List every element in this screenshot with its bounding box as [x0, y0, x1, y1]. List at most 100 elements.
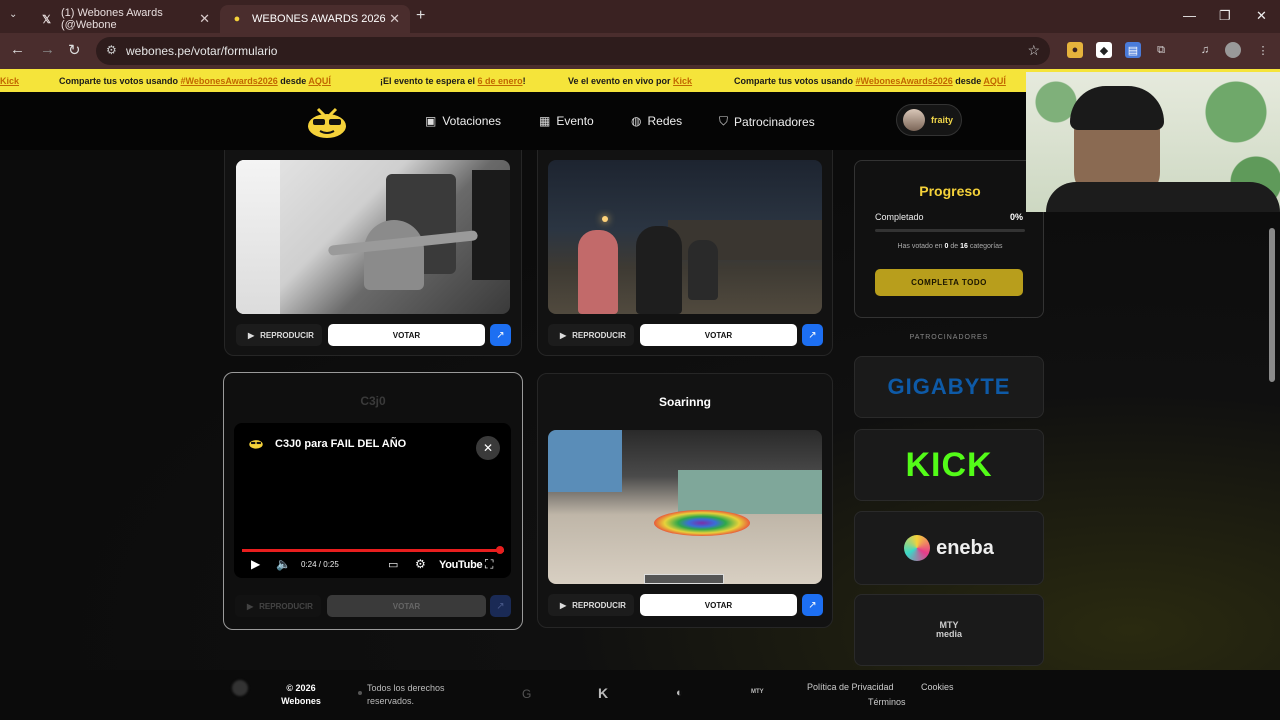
close-window-icon[interactable]: ✕ [1256, 8, 1267, 24]
video-scrubber[interactable] [496, 546, 504, 554]
forward-icon[interactable]: → [40, 41, 55, 58]
progress-label: Completado [875, 212, 924, 222]
progress-bar [875, 229, 1025, 232]
webones-logo[interactable] [306, 105, 348, 139]
reproducir-button[interactable]: ▶ REPRODUCIR [548, 324, 634, 346]
reproducir-button-disabled: ▶ REPRODUCIR [235, 595, 321, 617]
footer-sponsor-gigabyte-icon[interactable]: G [522, 687, 531, 701]
tab-label: WEBONES AWARDS 2026 [252, 13, 386, 25]
votar-button[interactable]: VOTAR [640, 324, 797, 346]
tab-webones-x[interactable]: 𝕏 (1) Webones Awards (@Webone ✕ [30, 5, 220, 33]
site-info-icon[interactable]: ⚙ [106, 43, 117, 57]
external-link-icon[interactable]: ↗ [802, 324, 823, 346]
extension-icon[interactable]: ◆ [1096, 42, 1112, 58]
close-modal-button[interactable]: ✕ [476, 436, 500, 460]
sponsor-mty-media[interactable]: MTY media [854, 594, 1044, 666]
browser-tab-bar: ⌄ 𝕏 (1) Webones Awards (@Webone ✕ ● WEBO… [0, 0, 1280, 33]
nav-patrocinadores[interactable]: ⛉ Patrocinadores [719, 114, 815, 129]
votar-button[interactable]: VOTAR [640, 594, 797, 616]
maximize-icon[interactable]: ❐ [1219, 8, 1231, 24]
reproducir-button[interactable]: ▶ REPRODUCIR [236, 324, 322, 346]
x-logo-icon: 𝕏 [42, 13, 51, 26]
minimize-icon[interactable]: — [1183, 8, 1196, 23]
sponsors-heading: PATROCINADORES [909, 334, 989, 341]
footer-copyright: © 2026 Webones [281, 683, 321, 706]
complete-all-button[interactable]: COMPLETA TODO [875, 269, 1023, 296]
sponsor-kick[interactable]: KICK [854, 429, 1044, 501]
menu-kebab-icon[interactable]: ⋮ [1255, 42, 1271, 58]
sponsor-gigabyte[interactable]: GIGABYTE [854, 356, 1044, 418]
play-icon: ▶ [247, 601, 254, 611]
votar-button[interactable]: VOTAR [328, 324, 485, 346]
sponsor-eneba[interactable]: eneba [854, 511, 1044, 585]
progress-title: Progreso [919, 183, 981, 199]
nav-redes[interactable]: ◍ Redes [631, 114, 682, 128]
ticker-item[interactable]: Comparte tus votos usando #WebonesAwards… [59, 76, 331, 86]
video-time: 0:24 / 0:25 [301, 560, 339, 569]
streamer-cam-overlay [548, 430, 622, 492]
video-title: C3J0 para FAIL DEL AÑO [275, 438, 407, 450]
webcam-overlay [1026, 72, 1280, 212]
footer-sponsor-eneba-icon[interactable]: ◐ [676, 687, 683, 699]
shield-icon: ⛉ [719, 114, 729, 128]
nav-votaciones[interactable]: ▣ Votaciones [425, 114, 501, 128]
reload-icon[interactable]: ↻ [68, 41, 81, 59]
back-icon[interactable]: ← [10, 41, 25, 58]
webones-logo-icon [249, 440, 263, 449]
progress-panel: Progreso Completado 0% Has votado en 0 d… [854, 160, 1044, 318]
close-tab-icon[interactable]: ✕ [199, 11, 210, 27]
bookmark-star-icon[interactable]: ☆ [1027, 42, 1040, 59]
youtube-logo[interactable]: YouTube [439, 559, 483, 571]
profile-avatar[interactable] [1225, 42, 1241, 58]
footer-link-privacy[interactable]: Política de Privacidad [807, 682, 894, 692]
play-icon[interactable]: ▶ [251, 557, 260, 571]
footer-rights: Todos los derechos reservados. [367, 683, 445, 706]
eneba-logo-icon [904, 535, 931, 561]
extension-icon[interactable]: ● [1067, 42, 1083, 58]
footer-sponsor-kick-icon[interactable]: K [598, 685, 608, 701]
video-progress-track[interactable] [242, 546, 504, 554]
nominee-name: Soarinng [658, 395, 711, 409]
tab-webones-awards[interactable]: ● WEBONES AWARDS 2026 ✕ [220, 5, 410, 33]
volume-icon[interactable]: 🔈 [276, 557, 291, 571]
tab-search-icon[interactable]: ⌄ [9, 9, 17, 20]
nominee-thumbnail[interactable] [548, 430, 822, 584]
media-control-icon[interactable]: ♫ [1197, 42, 1213, 58]
nominee-thumbnail[interactable] [548, 160, 822, 314]
url-text: webones.pe/votar/formulario [126, 44, 278, 58]
external-link-icon[interactable]: ↗ [802, 594, 823, 616]
user-menu[interactable]: fraity [896, 104, 962, 136]
site-footer: © 2026 Webones Todos los derechos reserva… [0, 670, 1280, 720]
browser-toolbar: ← → ↻ ⚙ webones.pe/votar/formulario ☆ ● … [0, 33, 1280, 69]
page-scrollbar[interactable] [1269, 228, 1275, 382]
avatar [903, 109, 925, 131]
votar-button-disabled: VOTAR [327, 595, 486, 617]
docs-icon[interactable]: ▤ [1125, 42, 1141, 58]
globe-icon: ◍ [631, 114, 642, 128]
external-link-icon[interactable]: ↗ [490, 324, 511, 346]
tab-label: (1) Webones Awards (@Webone [61, 7, 163, 31]
footer-logo [232, 680, 248, 696]
ticker-item[interactable]: Kick [0, 76, 19, 86]
ticker-item[interactable]: ¡El evento te espera el 6 de enero! [380, 76, 526, 86]
captions-icon[interactable]: ▭ [388, 558, 398, 571]
video-player[interactable]: C3J0 para FAIL DEL AÑO ✕ ▶ 🔈 0:24 / 0:25… [234, 423, 511, 578]
webones-logo-icon: ● [233, 13, 241, 25]
footer-link-cookies[interactable]: Cookies [921, 682, 954, 692]
fullscreen-icon[interactable]: ⛶ [485, 557, 493, 572]
nav-evento[interactable]: ▦ Evento [539, 114, 594, 128]
ticker-item[interactable]: Comparte tus votos usando #WebonesAwards… [734, 76, 1006, 86]
extensions-puzzle-icon[interactable]: ⧉ [1153, 42, 1169, 58]
new-tab-button[interactable]: + [416, 7, 425, 25]
footer-sponsor-mty-icon[interactable]: MTY [751, 689, 764, 695]
footer-link-terms[interactable]: Términos [868, 697, 906, 707]
nominee-name: C3j0 [360, 394, 386, 408]
settings-gear-icon[interactable]: ⚙ [415, 557, 426, 571]
reproducir-button[interactable]: ▶ REPRODUCIR [548, 594, 634, 616]
ticker-item[interactable]: Ve el evento en vivo por Kick [568, 76, 692, 86]
close-tab-icon[interactable]: ✕ [389, 11, 400, 27]
address-bar[interactable]: ⚙ webones.pe/votar/formulario ☆ [96, 37, 1050, 65]
progress-percent: 0% [1009, 212, 1023, 222]
play-icon: ▶ [248, 330, 255, 340]
nominee-thumbnail[interactable] [236, 160, 510, 314]
